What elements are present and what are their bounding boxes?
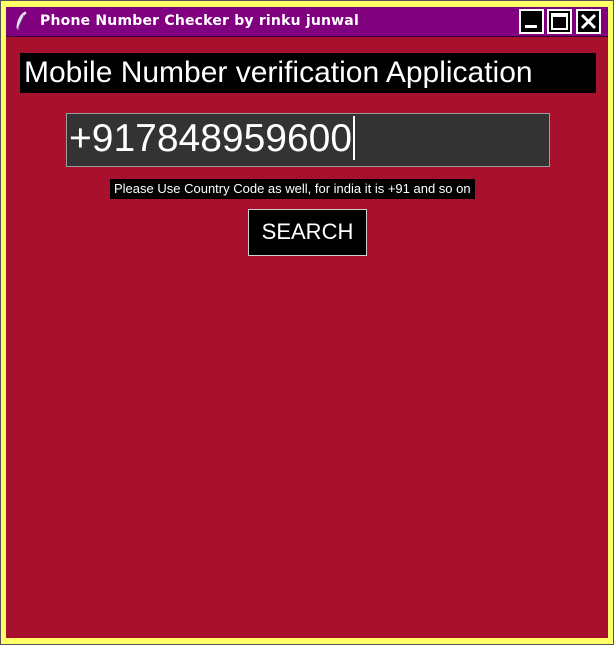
close-icon <box>580 13 597 30</box>
close-button[interactable] <box>576 9 601 34</box>
text-caret <box>353 115 356 160</box>
window-title: Phone Number Checker by rinku junwal <box>40 13 359 29</box>
minimize-icon <box>525 25 537 28</box>
maximize-icon <box>551 13 568 30</box>
phone-number-value: +917848959600 <box>69 117 353 160</box>
minimize-button[interactable] <box>519 9 544 34</box>
phone-number-input[interactable]: +917848959600 <box>66 113 550 167</box>
page-title: Mobile Number verification Application <box>20 53 596 93</box>
app-window: Phone Number Checker by rinku junwal Mob… <box>0 0 614 645</box>
feather-icon <box>14 11 28 31</box>
maximize-button[interactable] <box>547 9 572 34</box>
search-button[interactable]: SEARCH <box>248 209 367 256</box>
country-code-hint: Please Use Country Code as well, for ind… <box>110 179 475 199</box>
main-panel: Mobile Number verification Application +… <box>6 37 608 638</box>
title-bar[interactable]: Phone Number Checker by rinku junwal <box>6 7 608 37</box>
